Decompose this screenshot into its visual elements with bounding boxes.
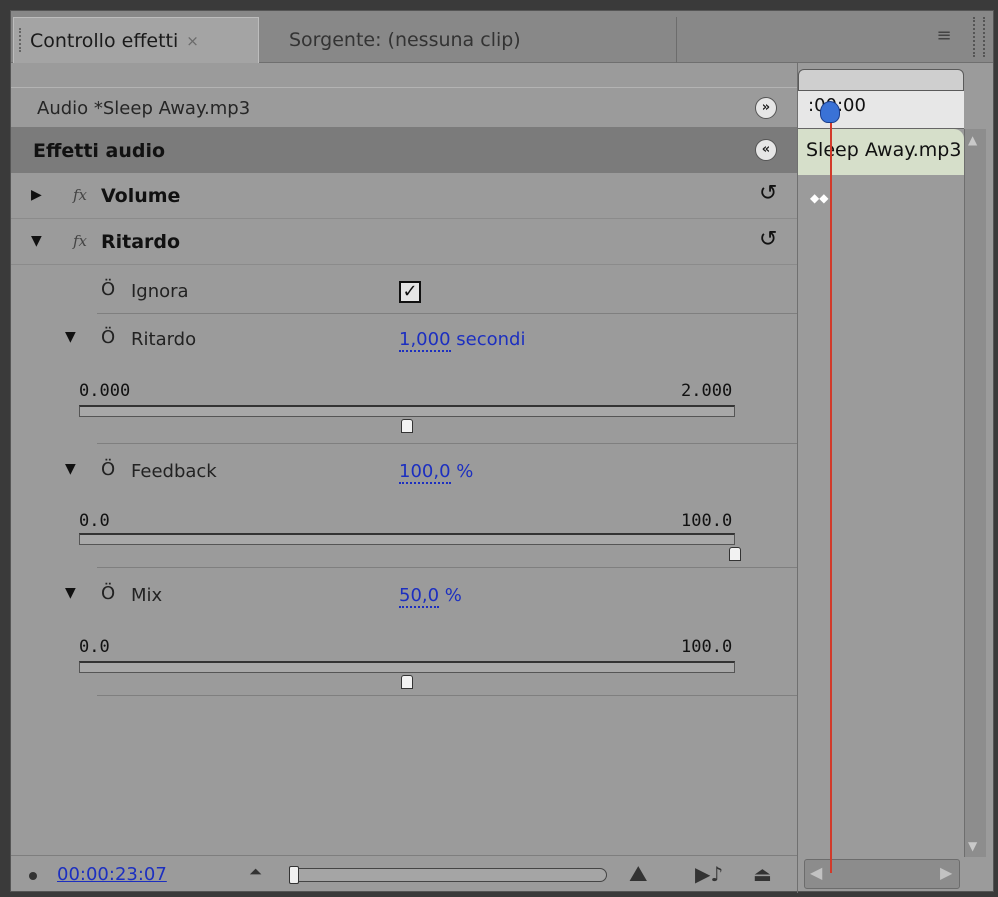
param-delay-time-row: ▼ Ö Ritardo 1,000 secondi	[11, 315, 797, 361]
collapse-icon[interactable]: ▼	[65, 585, 76, 601]
feedback-number: 100,0	[399, 461, 451, 484]
feedback-slider-thumb[interactable]	[729, 547, 741, 561]
delay-time-max: 2.000	[681, 381, 733, 401]
scroll-down-icon[interactable]: ▼	[968, 839, 977, 853]
bottom-bar: 00:00:23:07 ⏶ ⛰ ▶♪ ⏏	[11, 855, 797, 893]
section-title: Effetti audio	[33, 140, 166, 162]
tab-bar: Controllo effetti × Sorgente: (nessuna c…	[11, 11, 993, 63]
mix-max: 100.0	[681, 637, 733, 657]
play-audio-icon[interactable]: ▶♪	[695, 862, 723, 886]
divider	[97, 313, 797, 314]
timeline-view: :00:00 Sleep Away.mp3 ◆◆ ▲ ▼ ◀ ▶	[797, 63, 993, 893]
stopwatch-icon[interactable]: Ö	[101, 459, 115, 480]
delay-time-value[interactable]: 1,000 secondi	[399, 329, 526, 352]
tab-source[interactable]: Sorgente: (nessuna clip)	[273, 17, 677, 63]
delay-time-unit: secondi	[450, 329, 526, 350]
stopwatch-icon[interactable]: Ö	[101, 327, 115, 348]
feedback-value[interactable]: 100,0 %	[399, 461, 474, 484]
delay-time-number: 1,000	[399, 329, 451, 352]
effect-volume-name: Volume	[101, 185, 181, 207]
mix-unit: %	[439, 585, 462, 606]
collapse-icon[interactable]: ▼	[65, 461, 76, 477]
param-mix-row: ▼ Ö Mix 50,0 %	[11, 571, 797, 617]
effect-delay-row[interactable]: ▼ fx Ritardo ↺	[11, 219, 797, 265]
collapse-icon[interactable]: ▼	[65, 329, 76, 345]
param-mix-name: Mix	[131, 585, 163, 606]
mix-value[interactable]: 50,0 %	[399, 585, 462, 608]
clip-title: Audio *Sleep Away.mp3	[37, 98, 251, 119]
divider	[97, 443, 797, 444]
feedback-max: 100.0	[681, 511, 733, 531]
effect-controls-window: Controllo effetti × Sorgente: (nessuna c…	[10, 10, 994, 893]
feedback-unit: %	[450, 461, 474, 482]
mix-min: 0.0	[79, 637, 110, 657]
mix-slider[interactable]	[79, 661, 735, 673]
tab-effect-controls-label: Controllo effetti	[30, 29, 179, 52]
audio-effects-section-header[interactable]: Effetti audio «	[11, 127, 797, 173]
panel-grip[interactable]	[19, 28, 23, 52]
mix-number: 50,0	[399, 585, 440, 608]
effect-delay-name: Ritardo	[101, 231, 181, 253]
playhead-handle[interactable]	[820, 101, 840, 123]
tab-source-label: Sorgente: (nessuna clip)	[289, 29, 521, 51]
vertical-scrollbar[interactable]	[964, 129, 986, 857]
clip-row: Audio *Sleep Away.mp3 »	[11, 87, 797, 127]
stopwatch-icon[interactable]: Ö	[101, 279, 115, 300]
timecode-indicator-icon	[29, 872, 37, 880]
scroll-up-icon[interactable]: ▲	[968, 133, 977, 147]
tab-effect-controls[interactable]: Controllo effetti ×	[13, 17, 259, 63]
feedback-min: 0.0	[79, 511, 110, 531]
delay-time-slider-thumb[interactable]	[401, 419, 413, 433]
param-bypass-row: Ö Ignora ✓	[11, 267, 797, 313]
divider	[97, 695, 797, 696]
divider	[97, 567, 797, 568]
keyframe-icon[interactable]: ◆◆	[810, 191, 828, 205]
timeline-clip[interactable]: Sleep Away.mp3	[798, 129, 964, 175]
zoom-in-icon[interactable]: ⛰	[629, 862, 647, 887]
param-bypass-name: Ignora	[131, 281, 189, 302]
scroll-right-icon[interactable]: ▶	[940, 863, 952, 882]
timecode[interactable]: 00:00:23:07	[57, 864, 167, 885]
param-feedback-row: ▼ Ö Feedback 100,0 %	[11, 447, 797, 493]
delay-time-slider[interactable]	[79, 405, 735, 417]
reset-icon[interactable]: ↺	[759, 181, 777, 206]
bypass-checkbox[interactable]: ✓	[399, 281, 421, 303]
fx-icon[interactable]: fx	[73, 232, 87, 250]
horizontal-scrollbar[interactable]	[804, 859, 960, 889]
zoom-slider-thumb[interactable]	[289, 866, 299, 884]
panel-menu-icon[interactable]: ≡	[931, 25, 957, 47]
close-icon[interactable]: ×	[186, 32, 199, 50]
playhead[interactable]	[830, 103, 832, 873]
scroll-left-icon[interactable]: ◀	[810, 863, 822, 882]
fx-icon[interactable]: fx	[73, 186, 87, 204]
show-hide-timeline-icon[interactable]: »	[755, 97, 777, 119]
param-feedback-name: Feedback	[131, 461, 217, 482]
mix-slider-thumb[interactable]	[401, 675, 413, 689]
panel-grip-right[interactable]	[973, 17, 985, 57]
reset-icon[interactable]: ↺	[759, 227, 777, 252]
expand-icon[interactable]: ▶	[31, 187, 42, 203]
zoom-slider[interactable]	[289, 868, 607, 882]
delay-time-min: 0.000	[79, 381, 131, 401]
param-delay-time-name: Ritardo	[131, 329, 197, 350]
export-icon[interactable]: ⏏	[753, 862, 772, 886]
zoom-out-icon[interactable]: ⏶	[249, 862, 262, 882]
collapse-icon[interactable]: ▼	[31, 233, 42, 249]
feedback-slider[interactable]	[79, 533, 735, 545]
collapse-section-icon[interactable]: «	[755, 139, 777, 161]
stopwatch-icon[interactable]: Ö	[101, 583, 115, 604]
effect-volume-row[interactable]: ▶ fx Volume ↺	[11, 173, 797, 219]
timeline-zoom-bar[interactable]	[798, 69, 964, 91]
